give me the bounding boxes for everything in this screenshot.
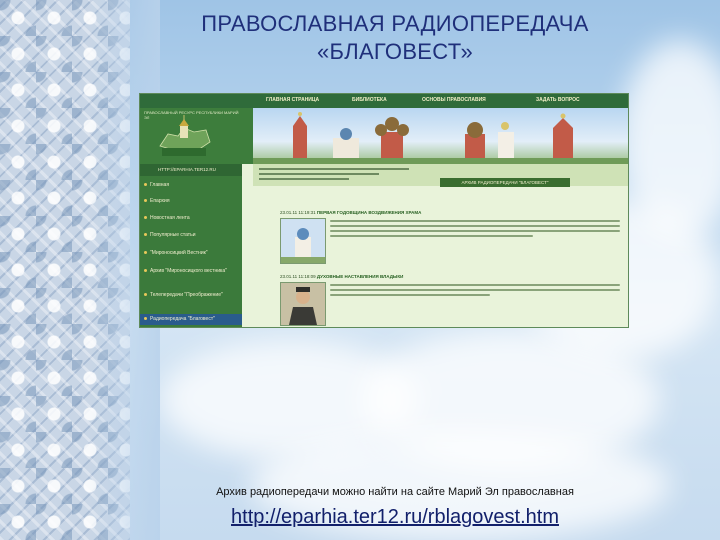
info-text-lines: [259, 168, 409, 180]
nav-ask-question[interactable]: ЗАДАТЬ ВОПРОС: [536, 97, 580, 103]
sidebar-item-tv[interactable]: Телепередачи "Преображение": [144, 292, 236, 298]
sidebar-item-radio[interactable]: Радиопередача "Благовест": [144, 316, 215, 322]
nav-orthodoxy-basics[interactable]: ОСНОВЫ ПРАВОСЛАВИЯ: [422, 97, 486, 103]
site-logo-panel: ПРАВОСЛАВНЫЙ РЕСУРС РЕСПУБЛИКИ МАРИЙ ЭЛ: [140, 108, 254, 164]
news-item-1-header[interactable]: 23.01.11 11:19:31 ПЕРВАЯ ГОДОВЩИНА ВОЗДВ…: [280, 210, 421, 215]
nav-library[interactable]: БИБЛИОТЕКА: [352, 97, 387, 103]
sidebar-item-popular[interactable]: Популярные статьи: [144, 232, 196, 238]
church-map-logo-icon: [159, 115, 211, 156]
sidebar-item-news[interactable]: Новостная лента: [144, 215, 190, 221]
slide-title: ПРАВОСЛАВНАЯ РАДИОПЕРЕДАЧА «БЛАГОВЕСТ»: [140, 10, 650, 66]
archive-header: АРХИВ РАДИОПЕРЕДАЧИ "БЛАГОВЕСТ": [440, 178, 570, 187]
site-sidebar: [140, 164, 242, 327]
title-line-1: ПРАВОСЛАВНАЯ РАДИОПЕРЕДАЧА: [201, 11, 589, 36]
slide-caption: Архив радиопередачи можно найти на сайте…: [216, 486, 574, 498]
site-url: HTTP://EPARHIA.TER12.RU: [158, 167, 216, 172]
sidebar-item-vestnik-archive[interactable]: Архив "Мироносицкого вестника": [144, 268, 236, 274]
news-item-2-text: [330, 284, 620, 299]
website-screenshot: ГЛАВНАЯ СТРАНИЦА БИБЛИОТЕКА ОСНОВЫ ПРАВО…: [139, 93, 629, 328]
news-item-1-text: [330, 220, 620, 240]
title-line-2: «БЛАГОВЕСТ»: [316, 39, 474, 64]
site-nav-bar: ГЛАВНАЯ СТРАНИЦА БИБЛИОТЕКА ОСНОВЫ ПРАВО…: [140, 94, 628, 108]
church-photos-banner: [253, 108, 628, 164]
site-url-bar: HTTP://EPARHIA.TER12.RU: [140, 164, 253, 176]
nav-home[interactable]: ГЛАВНАЯ СТРАНИЦА: [266, 97, 319, 103]
news-thumbnail-church: [280, 218, 326, 264]
news-item-2-header[interactable]: 23.01.11 11:18:09 ДУХОВНЫЕ НАСТАВЛЕНИЯ В…: [280, 274, 403, 279]
news-thumbnail-bishop: [280, 282, 326, 326]
sidebar-item-home[interactable]: Главная: [144, 182, 169, 188]
archive-link[interactable]: http://eparhia.ter12.ru/rblagovest.htm: [140, 506, 650, 529]
sidebar-item-vestnik[interactable]: "Мироносицкий Вестник": [144, 250, 208, 256]
sidebar-item-eparchy[interactable]: Епархия: [144, 198, 170, 204]
